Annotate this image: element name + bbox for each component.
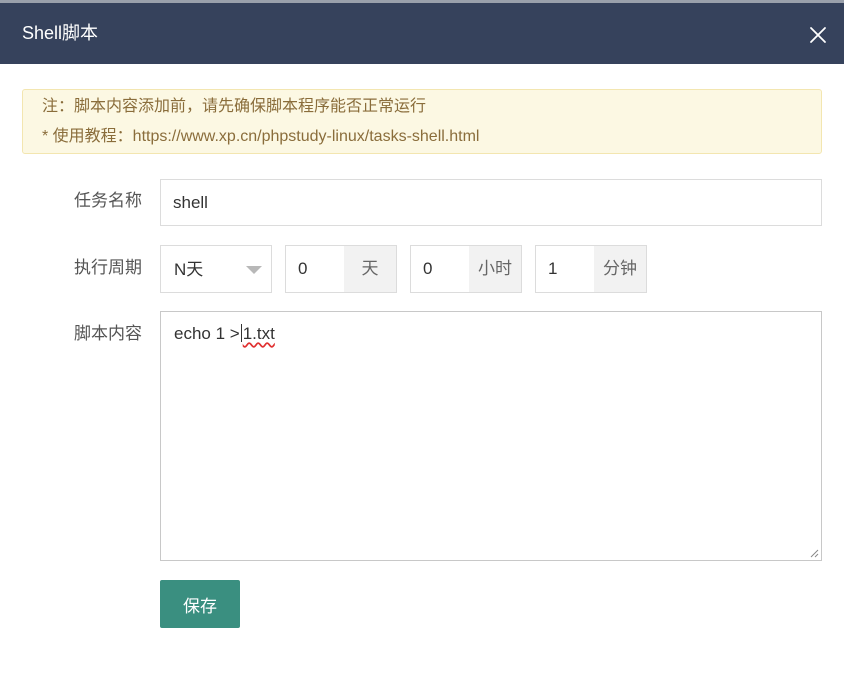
dialog-title: Shell脚本 (22, 23, 99, 43)
days-unit: 天 (344, 245, 397, 293)
resize-grip-icon[interactable] (809, 548, 819, 558)
close-icon[interactable] (806, 23, 830, 47)
dialog-header: Shell脚本 (0, 3, 844, 64)
days-input[interactable] (285, 245, 345, 293)
script-text-before-cursor: echo 1 > (174, 324, 240, 343)
period-type-select[interactable]: N天 (160, 245, 272, 293)
notice-warning-text: 注：脚本内容添加前，请先确保脚本程序能否正常运行 (42, 98, 427, 115)
notice-tutorial-text: * 使用教程：https://www.xp.cn/phpstudy-linux/… (42, 128, 480, 145)
script-content: echo 1 >1.txt (174, 323, 275, 345)
task-name-input[interactable] (160, 179, 822, 226)
script-textarea[interactable]: echo 1 >1.txt (160, 311, 822, 561)
hours-unit: 小时 (469, 245, 522, 293)
minutes-unit: 分钟 (594, 245, 647, 293)
hours-input[interactable] (410, 245, 470, 293)
notice-box: 注：脚本内容添加前，请先确保脚本程序能否正常运行 * 使用教程：https://… (22, 89, 822, 154)
period-type-value: N天 (174, 260, 204, 279)
chevron-down-icon (246, 266, 262, 274)
script-text-after-cursor: 1.txt (242, 324, 275, 343)
text-cursor (240, 324, 242, 342)
save-button[interactable]: 保存 (160, 580, 240, 628)
shell-script-dialog: Shell脚本 注：脚本内容添加前，请先确保脚本程序能否正常运行 * 使用教程：… (0, 0, 844, 673)
period-label: 执行周期 (74, 258, 142, 277)
task-name-label: 任务名称 (74, 191, 142, 210)
script-label: 脚本内容 (74, 324, 142, 343)
minutes-input[interactable] (535, 245, 595, 293)
